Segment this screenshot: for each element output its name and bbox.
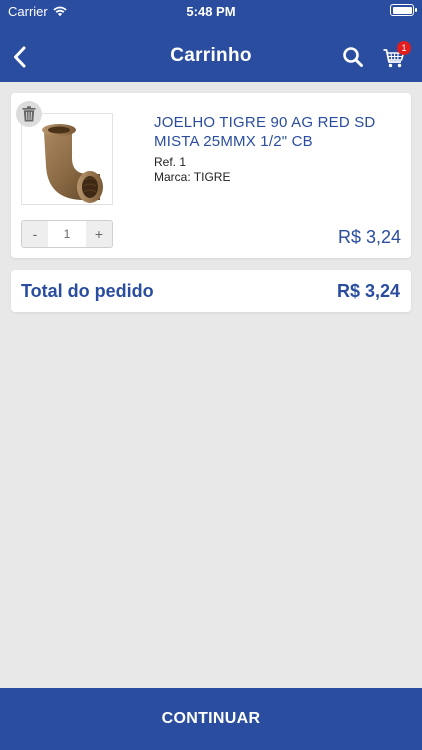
quantity-stepper: - 1 +: [21, 220, 113, 248]
order-total-value: R$ 3,24: [336, 281, 400, 301]
item-price: R$ 3,24: [337, 227, 401, 247]
product-ref: Ref. 1: [154, 155, 187, 169]
search-icon: [343, 47, 363, 67]
continue-button[interactable]: CONTINUAR: [0, 688, 422, 750]
increase-quantity-button[interactable]: +: [86, 221, 112, 247]
app-header: Carrier 5:48 PM Carrinho: [0, 0, 422, 82]
order-total-label: Total do pedido: [21, 281, 154, 301]
remove-item-button[interactable]: [16, 101, 42, 127]
search-button[interactable]: [342, 46, 364, 68]
quantity-field[interactable]: 1: [48, 221, 86, 247]
product-brand: Marca: TIGRE: [154, 170, 231, 184]
status-bar: Carrier 5:48 PM: [0, 0, 422, 22]
elbow-fitting-image: [42, 124, 103, 203]
order-total-card: Total do pedido R$ 3,24: [11, 270, 411, 312]
product-meta: Ref. 1 Marca: TIGRE: [154, 155, 230, 185]
trash-icon: [22, 106, 36, 122]
product-name[interactable]: JOELHO TIGRE 90 AG RED SD MISTA 25MMX 1/…: [154, 113, 384, 151]
decrease-quantity-button[interactable]: -: [22, 221, 48, 247]
battery-icon: [390, 4, 417, 16]
cart-item-card: JOELHO TIGRE 90 AG RED SD MISTA 25MMX 1/…: [11, 93, 411, 258]
navigation-bar: Carrinho: [0, 32, 422, 82]
product-image[interactable]: [21, 113, 113, 205]
status-time: 5:48 PM: [186, 4, 236, 19]
cart-count-badge: 1: [397, 41, 411, 55]
